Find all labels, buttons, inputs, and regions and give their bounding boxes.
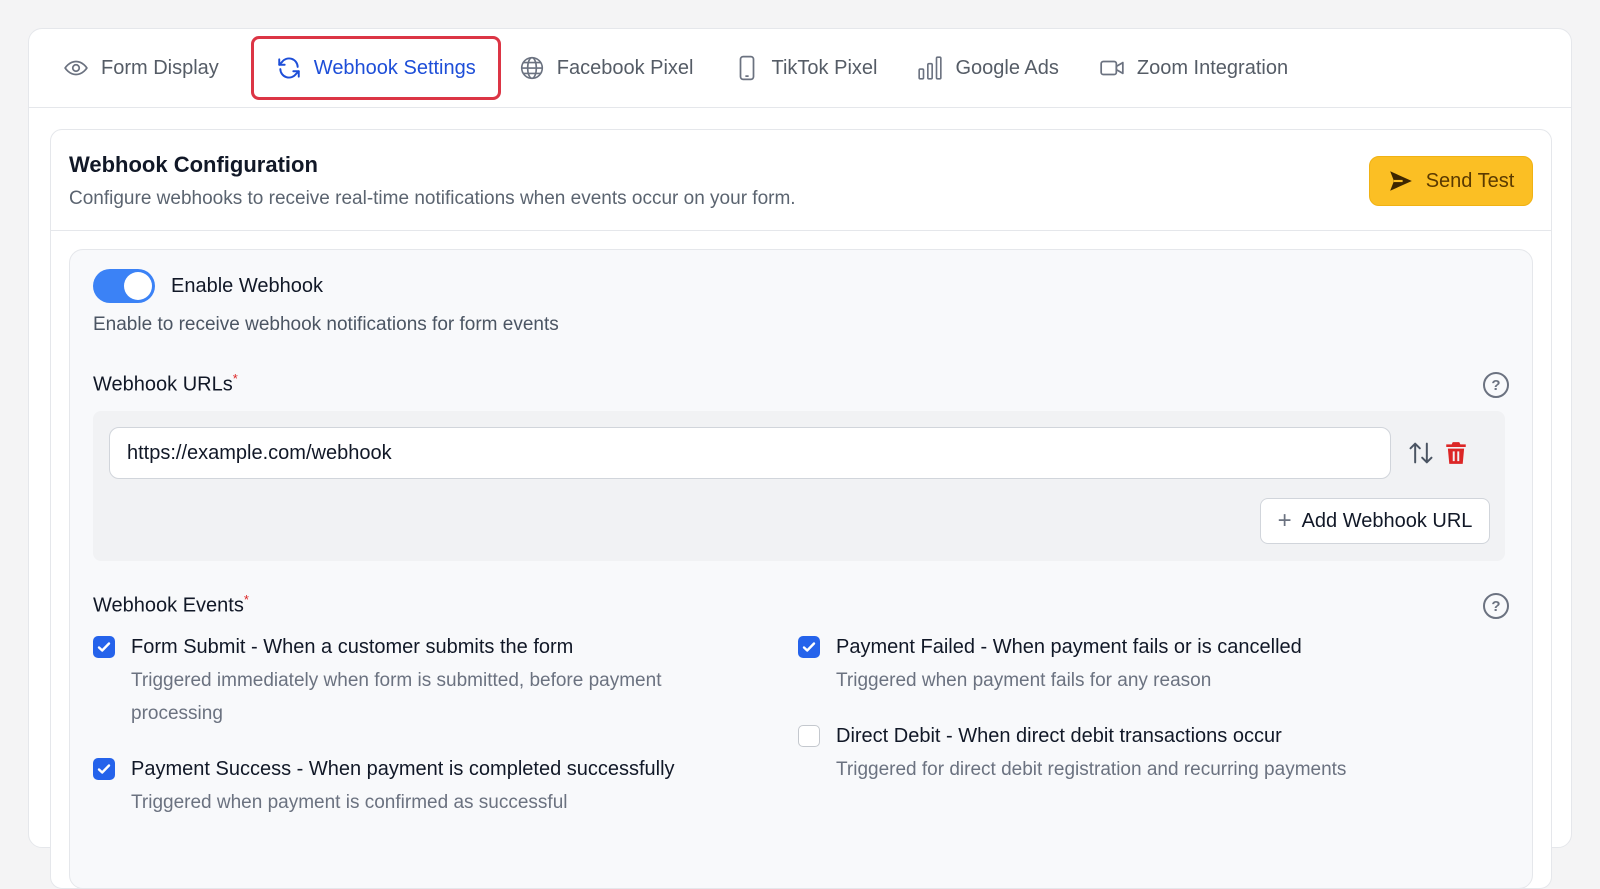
add-webhook-url-label: Add Webhook URL xyxy=(1301,509,1473,532)
settings-shell: Form Display Webhook Settings Facebook P… xyxy=(28,28,1572,889)
event-title: Direct Debit - When direct debit transac… xyxy=(836,725,1282,747)
enable-webhook-label: Enable Webhook xyxy=(171,274,323,297)
tab-tiktok-pixel[interactable]: TikTok Pixel xyxy=(734,36,900,100)
event-title: Payment Failed - When payment fails or i… xyxy=(836,636,1302,658)
eye-icon xyxy=(64,60,88,76)
video-icon xyxy=(1100,60,1124,76)
webhook-url-list: + Add Webhook URL xyxy=(93,411,1505,561)
required-mark: * xyxy=(232,371,238,386)
help-icon[interactable]: ? xyxy=(1483,372,1509,398)
tab-label: Facebook Pixel xyxy=(556,56,694,79)
event-description: Triggered for direct debit registration … xyxy=(836,759,1347,780)
webhook-settings-panel: Enable Webhook Enable to receive webhook… xyxy=(69,249,1533,889)
tab-label: TikTok Pixel xyxy=(771,56,878,79)
event-text: Payment Success - When payment is comple… xyxy=(131,756,675,819)
enable-webhook-row: Enable Webhook xyxy=(93,269,323,303)
tab-google-ads[interactable]: Google Ads xyxy=(917,36,1080,100)
webhook-events-text: Webhook Events xyxy=(93,594,244,617)
tab-webhook-settings[interactable]: Webhook Settings xyxy=(250,36,501,100)
event-item-form-submit: Form Submit - When a customer submits th… xyxy=(93,634,661,730)
check-icon xyxy=(97,764,111,774)
event-item-payment-success: Payment Success - When payment is comple… xyxy=(93,756,675,819)
card-header: Webhook Configuration Configure webhooks… xyxy=(51,130,1551,231)
check-icon xyxy=(97,642,111,652)
refresh-icon xyxy=(278,57,300,79)
tab-facebook-pixel[interactable]: Facebook Pixel xyxy=(519,36,716,100)
tab-zoom-integration[interactable]: Zoom Integration xyxy=(1099,36,1310,100)
event-text: Form Submit - When a customer submits th… xyxy=(131,634,661,730)
webhook-config-card: Webhook Configuration Configure webhooks… xyxy=(50,129,1552,889)
add-webhook-url-button[interactable]: + Add Webhook URL xyxy=(1260,498,1490,544)
event-description: Triggered when payment is confirmed as s… xyxy=(131,792,568,813)
help-icon[interactable]: ? xyxy=(1483,593,1509,619)
event-title: Payment Success - When payment is comple… xyxy=(131,758,675,780)
globe-icon xyxy=(520,56,543,80)
form-submit-checkbox[interactable] xyxy=(93,636,115,658)
payment-success-checkbox[interactable] xyxy=(93,758,115,780)
event-description-line: processing xyxy=(131,703,223,724)
card-description: Configure webhooks to receive real-time … xyxy=(69,188,796,209)
phone-icon xyxy=(739,55,754,81)
trash-icon[interactable] xyxy=(1443,439,1469,467)
tab-label: Zoom Integration xyxy=(1136,56,1289,79)
event-description: Triggered immediately when form is submi… xyxy=(131,664,661,730)
card-title: Webhook Configuration xyxy=(69,152,318,177)
tab-label: Form Display xyxy=(101,56,219,79)
bar-chart-icon xyxy=(918,56,943,80)
required-mark: * xyxy=(243,592,249,607)
payment-failed-checkbox[interactable] xyxy=(798,636,820,658)
tab-bar: Form Display Webhook Settings Facebook P… xyxy=(29,29,1571,108)
event-description-line: Triggered immediately when form is submi… xyxy=(131,670,662,691)
plus-icon: + xyxy=(1277,507,1292,534)
event-text: Payment Failed - When payment fails or i… xyxy=(836,634,1302,697)
webhook-url-input[interactable] xyxy=(109,427,1391,479)
webhook-urls-label: Webhook URLs* xyxy=(93,371,238,397)
direct-debit-checkbox[interactable] xyxy=(798,725,820,747)
webhook-urls-text: Webhook URLs xyxy=(93,373,233,396)
event-item-payment-failed: Payment Failed - When payment fails or i… xyxy=(798,634,1302,697)
reorder-icon[interactable] xyxy=(1407,439,1435,467)
event-item-direct-debit: Direct Debit - When direct debit transac… xyxy=(798,723,1346,786)
send-icon xyxy=(1389,171,1412,191)
event-text: Direct Debit - When direct debit transac… xyxy=(836,723,1346,786)
webhook-events-label: Webhook Events* xyxy=(93,592,249,618)
tab-label: Webhook Settings xyxy=(313,56,476,79)
enable-webhook-help: Enable to receive webhook notifications … xyxy=(93,314,559,335)
event-description: Triggered when payment fails for any rea… xyxy=(836,670,1212,691)
tab-form-display[interactable]: Form Display xyxy=(63,36,241,100)
enable-webhook-toggle[interactable] xyxy=(93,269,155,303)
check-icon xyxy=(802,642,816,652)
event-title: Form Submit - When a customer submits th… xyxy=(131,636,574,658)
send-test-button[interactable]: Send Test xyxy=(1369,156,1533,206)
tab-label: Google Ads xyxy=(955,56,1059,79)
send-test-label: Send Test xyxy=(1425,169,1515,192)
